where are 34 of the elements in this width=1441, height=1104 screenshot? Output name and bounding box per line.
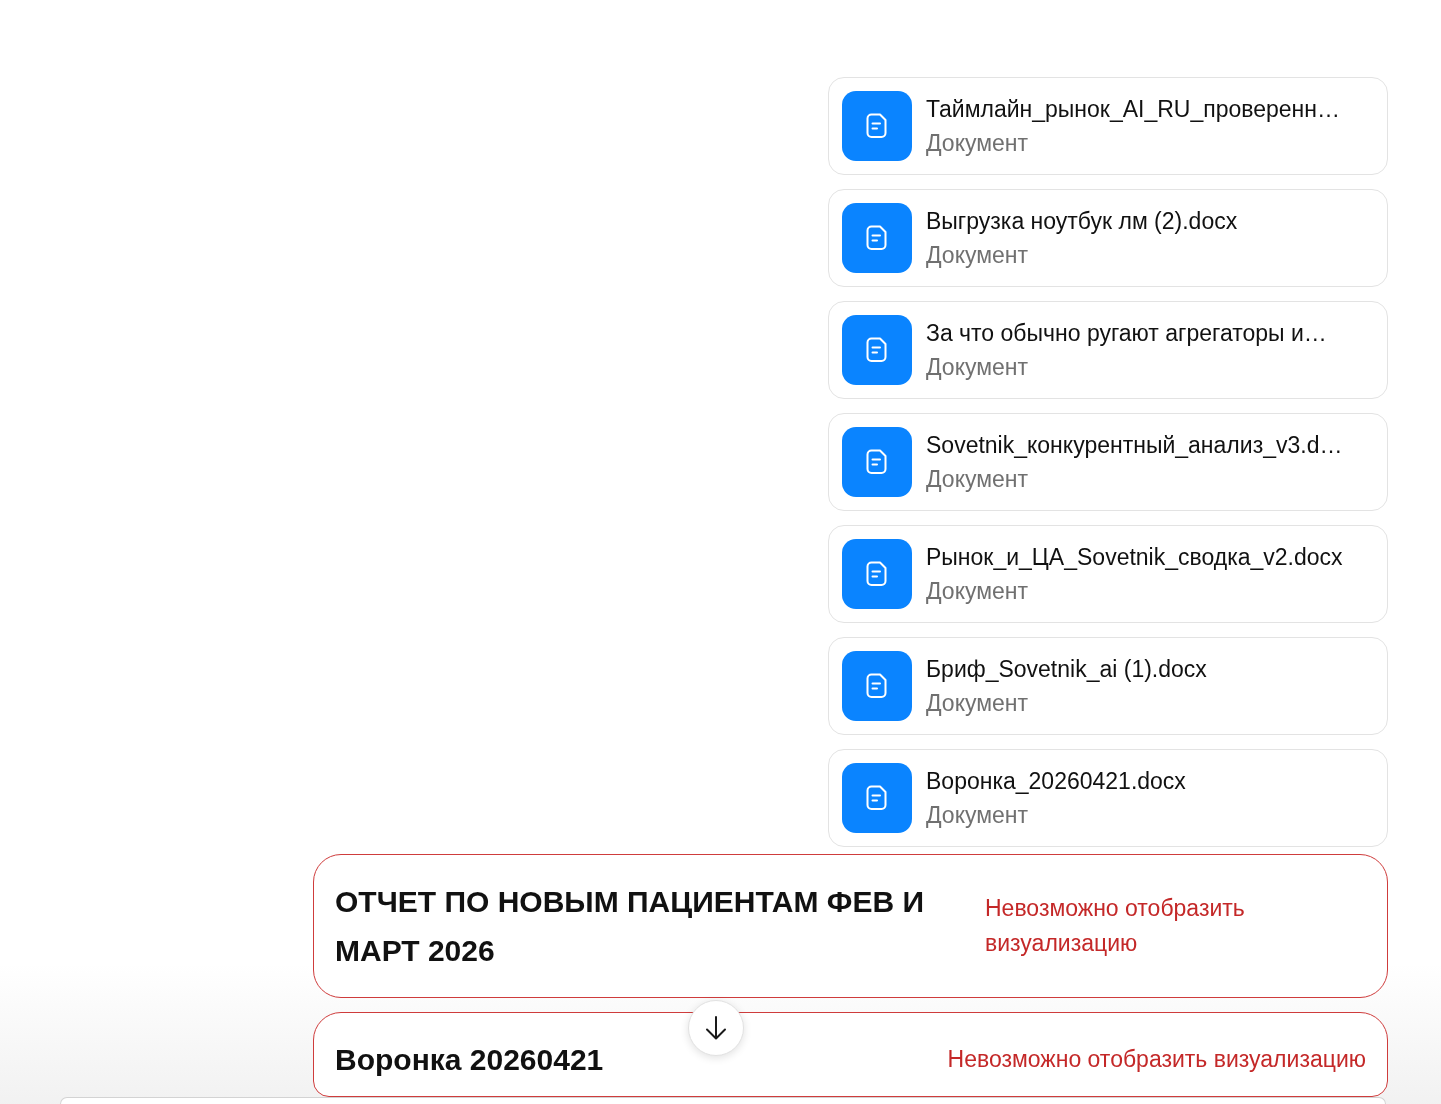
visualization-title: ОТЧЕТ ПО НОВЫМ ПАЦИЕНТАМ ФЕВ И МАРТ 2026 xyxy=(335,884,925,969)
attachment-card[interactable]: Таймлайн_рынок_AI_RU_проверенн… Документ xyxy=(828,77,1388,175)
file-name: Sovetnik_конкурентный_анализ_v3.d… xyxy=(926,431,1343,460)
file-name: Рынок_и_ЦА_Sovetnik_сводка_v2.docx xyxy=(926,543,1343,572)
file-type: Документ xyxy=(926,129,1030,158)
error-message: Невозможно отобразить визуализацию xyxy=(947,1045,1366,1074)
file-name: Воронка_20260421.docx xyxy=(926,767,1186,796)
file-type: Документ xyxy=(926,353,1030,382)
document-icon xyxy=(842,427,912,497)
visualization-title: Воронка 20260421 xyxy=(335,1042,604,1078)
arrow-down-icon xyxy=(703,1015,729,1041)
file-type: Документ xyxy=(926,689,1030,718)
attachment-card[interactable]: Бриф_Sovetnik_ai (1).docx Документ xyxy=(828,637,1388,735)
file-type: Документ xyxy=(926,577,1030,606)
file-name: Бриф_Sovetnik_ai (1).docx xyxy=(926,655,1207,684)
document-icon xyxy=(842,91,912,161)
file-type: Документ xyxy=(926,465,1030,494)
attachment-card[interactable]: Sovetnik_конкурентный_анализ_v3.d… Документ xyxy=(828,413,1388,511)
message-input-field[interactable] xyxy=(60,1097,1386,1104)
attachment-card[interactable]: Рынок_и_ЦА_Sovetnik_сводка_v2.docx Документ xyxy=(828,525,1388,623)
document-icon xyxy=(842,315,912,385)
file-type: Документ xyxy=(926,801,1030,830)
attachment-card[interactable]: За что обычно ругают агрегаторы и… Документ xyxy=(828,301,1388,399)
file-name: Таймлайн_рынок_AI_RU_проверенн… xyxy=(926,95,1340,124)
document-icon xyxy=(842,539,912,609)
document-icon xyxy=(842,203,912,273)
attachment-card[interactable]: Выгрузка ноутбук лм (2).docx Документ xyxy=(828,189,1388,287)
document-icon xyxy=(842,651,912,721)
error-message: Невозможно отобразить визуализацию xyxy=(985,894,1246,958)
file-type: Документ xyxy=(926,241,1030,270)
attachment-card[interactable]: Воронка_20260421.docx Документ xyxy=(828,749,1388,847)
file-name: Выгрузка ноутбук лм (2).docx xyxy=(926,207,1238,236)
file-name: За что обычно ругают агрегаторы и… xyxy=(926,319,1327,348)
document-icon xyxy=(842,763,912,833)
